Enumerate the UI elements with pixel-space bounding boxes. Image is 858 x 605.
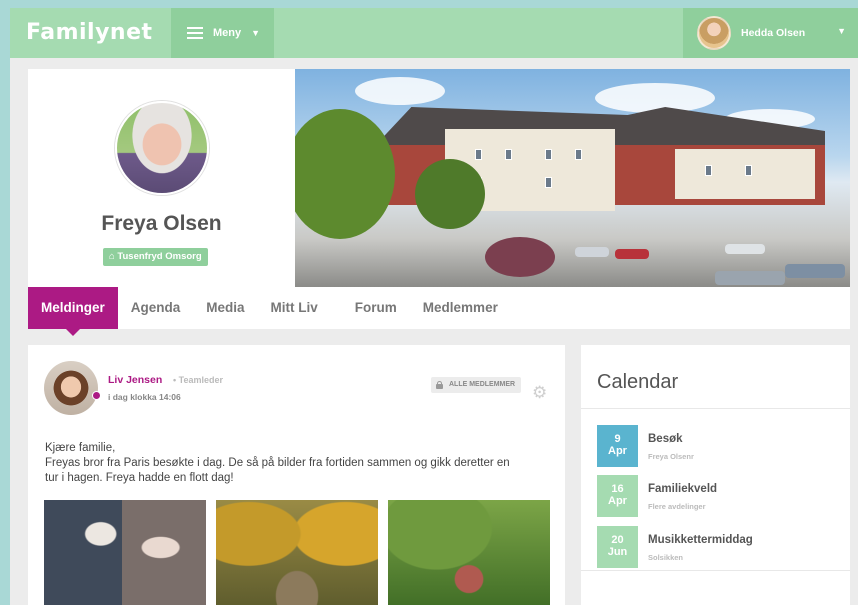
event-subtitle: Flere avdelinger <box>648 502 706 511</box>
event-date-badge: 16 Apr <box>597 475 638 517</box>
cover-photo <box>295 69 850 287</box>
tab-medlemmer[interactable]: Medlemmer <box>410 287 511 329</box>
window <box>545 149 552 160</box>
event-day: 9 <box>614 433 621 445</box>
tab-media[interactable]: Media <box>193 287 257 329</box>
message-post: Liv Jensen • Teamleder i dag klokka 14:0… <box>28 345 565 605</box>
calendar-event[interactable]: 16 Apr Familiekveld Flere avdelinger <box>597 475 837 517</box>
tab-meldinger[interactable]: Meldinger <box>28 287 118 336</box>
audience-label: ALLE MEDLEMMER <box>449 381 516 388</box>
chevron-down-icon: ▼ <box>251 28 261 38</box>
profile-avatar[interactable] <box>115 101 209 195</box>
tab-agenda[interactable]: Agenda <box>118 287 194 329</box>
window <box>545 177 552 188</box>
user-name: Hedda Olsen <box>741 27 806 39</box>
post-message: Freyas bror fra Paris besøkte i dag. De … <box>45 457 510 484</box>
event-month: Apr <box>608 495 627 507</box>
car <box>725 244 765 254</box>
event-title: Musikkettermiddag <box>648 534 753 546</box>
event-month: Jun <box>607 546 628 558</box>
hamburger-icon <box>187 27 203 39</box>
calendar-widget: Calendar 9 Apr Besøk Freya Olsenr 16 Apr… <box>581 345 850 605</box>
window <box>475 149 482 160</box>
lock-icon <box>436 381 443 389</box>
menu-button[interactable]: Meny ▼ <box>171 8 274 58</box>
event-title: Familiekveld <box>648 483 718 495</box>
post-photo[interactable] <box>44 500 206 605</box>
organization-badge[interactable]: ⌂ Tusenfryd Omsorg <box>103 248 208 266</box>
profile-tabs: Meldinger Agenda Media Mitt Liv Forum Me… <box>28 287 850 336</box>
post-author[interactable]: Liv Jensen <box>108 374 162 386</box>
gear-icon[interactable]: ⚙ <box>532 384 547 401</box>
car <box>715 271 785 285</box>
car <box>575 247 609 257</box>
calendar-event[interactable]: 20 Jun Musikkettermiddag Solsikken <box>597 526 837 568</box>
post-timestamp: i dag klokka 14:06 <box>108 392 181 402</box>
divider <box>581 570 850 571</box>
chevron-down-icon: ▼ <box>837 26 846 36</box>
divider <box>581 408 850 409</box>
tree <box>415 159 485 229</box>
cloud <box>595 83 715 113</box>
menu-label: Meny <box>213 27 242 39</box>
event-subtitle: Freya Olsenr <box>648 452 694 461</box>
post-photo[interactable] <box>388 500 550 605</box>
post-body: Kjære familie, Freyas bror fra Paris bes… <box>45 441 515 486</box>
calendar-title: Calendar <box>597 371 679 393</box>
car <box>785 264 845 278</box>
shrub <box>485 237 555 277</box>
cloud <box>355 77 445 105</box>
window <box>505 149 512 160</box>
window <box>745 165 752 176</box>
user-avatar <box>697 16 731 50</box>
event-date-badge: 20 Jun <box>597 526 638 568</box>
calendar-event[interactable]: 9 Apr Besøk Freya Olsenr <box>597 425 837 467</box>
logo[interactable]: Familynet <box>26 15 153 51</box>
tab-forum[interactable]: Forum <box>342 287 410 329</box>
profile-card: Freya Olsen ⌂ Tusenfryd Omsorg <box>28 69 295 287</box>
event-month: Apr <box>608 445 627 457</box>
window <box>705 165 712 176</box>
tree <box>295 109 395 239</box>
tab-mitt-liv[interactable]: Mitt Liv <box>258 287 342 329</box>
top-bar: Familynet Meny ▼ Hedda Olsen ▼ <box>10 8 858 58</box>
home-icon: ⌂ <box>109 251 115 262</box>
online-status-dot <box>92 391 101 400</box>
audience-badge[interactable]: ALLE MEDLEMMER <box>431 377 522 393</box>
event-day: 20 <box>611 534 624 546</box>
author-avatar[interactable] <box>44 361 98 415</box>
car <box>615 249 649 259</box>
event-date-badge: 9 Apr <box>597 425 638 467</box>
event-day: 16 <box>611 483 624 495</box>
app-window: Familynet Meny ▼ Hedda Olsen ▼ Freya Ols… <box>10 8 858 605</box>
organization-name: Tusenfryd Omsorg <box>117 251 202 262</box>
event-title: Besøk <box>648 433 683 445</box>
post-greeting: Kjære familie, <box>45 442 116 454</box>
profile-name: Freya Olsen <box>101 212 222 235</box>
post-photo[interactable] <box>216 500 378 605</box>
event-subtitle: Solsikken <box>648 553 684 562</box>
post-author-role: • Teamleder <box>173 375 224 385</box>
window <box>575 149 582 160</box>
user-menu-button[interactable]: Hedda Olsen ▼ <box>683 8 858 58</box>
